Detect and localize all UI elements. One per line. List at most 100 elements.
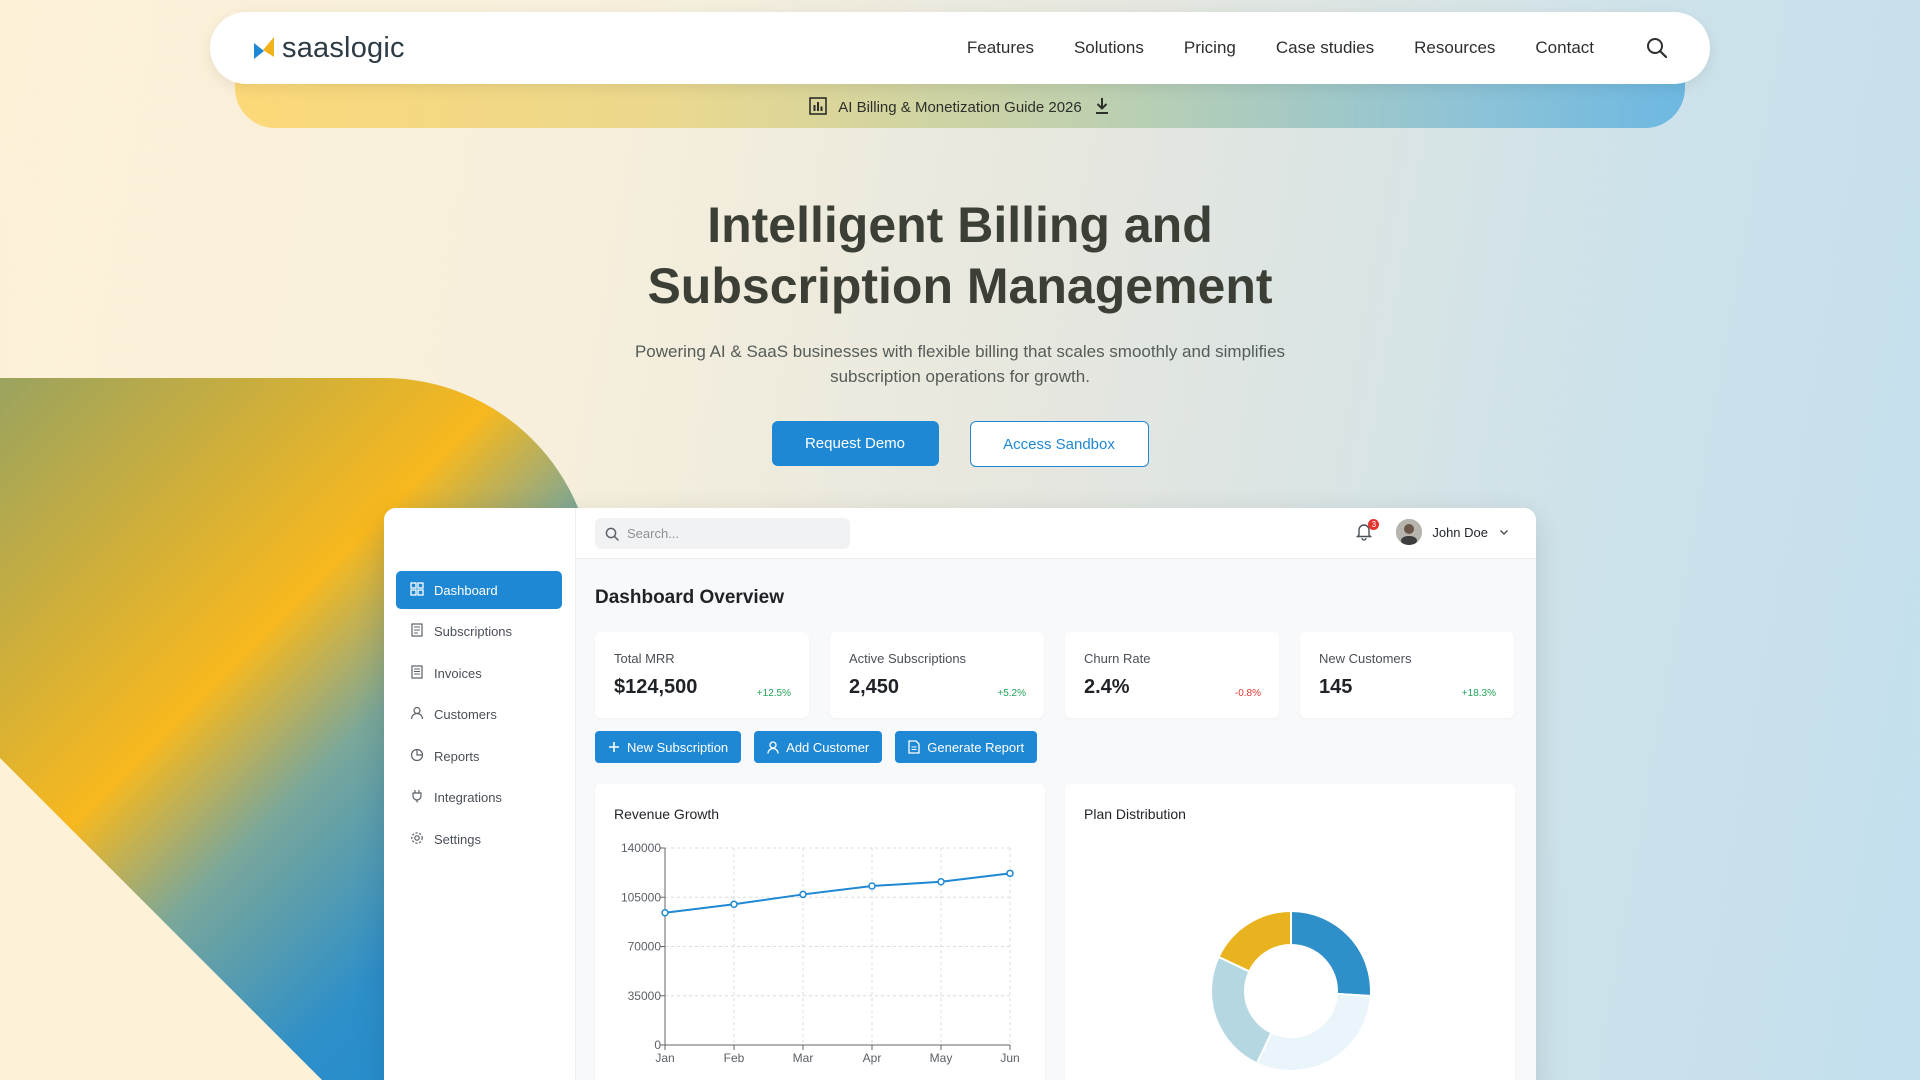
data-point: [937, 878, 945, 886]
y-tick-label: 0: [654, 1038, 661, 1052]
sidebar-item-label: Reports: [434, 748, 480, 764]
invoice-icon: [410, 665, 424, 682]
stat-value: $124,500: [614, 676, 698, 698]
plus-icon: [609, 742, 619, 752]
plan-card-title: Plan Distribution: [1084, 806, 1186, 822]
stat-label: Total MRR: [614, 651, 675, 666]
stat-delta: +18.3%: [1461, 688, 1496, 699]
nav-link-solutions[interactable]: Solutions: [1074, 38, 1144, 58]
download-icon[interactable]: [1092, 96, 1112, 116]
stat-delta: -0.8%: [1234, 688, 1261, 699]
add-customer-label: Add Customer: [786, 739, 870, 755]
sidebar-item-label: Integrations: [434, 790, 502, 806]
stat-delta: +5.2%: [997, 688, 1026, 699]
sidebar-item-label: Invoices: [434, 665, 482, 681]
dashboard-preview-window: Dashboard Subscriptions Invoices Customers R…: [384, 508, 1536, 1080]
nav-link-features[interactable]: Features: [967, 38, 1034, 58]
plan-distribution-card: Plan Distribution: [1065, 784, 1515, 1080]
gear-icon: [410, 831, 424, 848]
stat-card: Total MRR $124,500 +12.5%: [595, 632, 809, 718]
y-tick-label: 105000: [621, 890, 661, 904]
hero-subtitle: Powering AI & SaaS businesses with flexi…: [634, 342, 1286, 386]
notifications-button[interactable]: 3: [1354, 519, 1380, 543]
sidebar-item-integrations[interactable]: Integrations: [396, 779, 562, 817]
stat-label: Active Subscriptions: [849, 651, 967, 666]
chevron-down-icon[interactable]: [1498, 526, 1510, 538]
x-tick-label: Feb: [724, 1051, 745, 1065]
sidebar-item-subscriptions[interactable]: Subscriptions: [396, 613, 562, 651]
revenue-growth-card: Revenue Growth 0 35000 70000 105000 140000 Ja…: [595, 784, 1045, 1080]
x-tick-label: Jan: [655, 1051, 674, 1065]
search-icon[interactable]: [1644, 35, 1670, 61]
data-point: [868, 882, 876, 890]
donut-slice: [1217, 909, 1292, 973]
x-tick-label: Jun: [1000, 1051, 1019, 1065]
app-topbar: Search... 3 John Doe: [576, 508, 1536, 559]
app-search-input[interactable]: Search...: [595, 518, 850, 549]
generate-report-label: Generate Report: [927, 739, 1025, 755]
request-demo-button[interactable]: Request Demo: [771, 421, 939, 466]
sidebar-item-settings[interactable]: Settings: [396, 821, 562, 859]
logo-text: saaslogic: [282, 31, 405, 64]
stat-value: 145: [1319, 676, 1353, 698]
data-point: [730, 900, 738, 909]
new-subscription-button[interactable]: New Subscription: [595, 731, 742, 763]
nav-link-resources[interactable]: Resources: [1414, 38, 1495, 58]
user-name[interactable]: John Doe: [1432, 525, 1488, 540]
generate-report-button[interactable]: Generate Report: [895, 731, 1038, 763]
new-subscription-label: New Subscription: [627, 739, 729, 755]
background-triangle-cutout: [0, 758, 330, 1080]
search-icon: [605, 527, 619, 541]
sidebar-item-invoices[interactable]: Invoices: [396, 654, 562, 692]
banner-text[interactable]: AI Billing & Monetization Guide 2026: [838, 99, 1081, 116]
donut-slice: [1210, 955, 1273, 1065]
brand-logo[interactable]: saaslogic: [250, 32, 405, 65]
user-icon: [410, 706, 424, 723]
top-navbar: saaslogic Features Solutions Pricing Cas…: [210, 12, 1710, 84]
document-icon: [908, 740, 920, 754]
plan-donut-chart: [1210, 909, 1372, 1072]
search-placeholder: Search...: [627, 526, 680, 541]
revenue-line: [664, 872, 1011, 914]
nav-link-contact[interactable]: Contact: [1535, 38, 1594, 58]
x-tick-label: Mar: [793, 1051, 814, 1065]
stat-card: New Customers 145 +18.3%: [1300, 632, 1514, 718]
plug-icon: [410, 789, 424, 806]
sidebar-item-reports[interactable]: Reports: [396, 737, 562, 775]
sidebar-item-dashboard[interactable]: Dashboard: [396, 571, 562, 609]
dashboard-main: Dashboard Overview Total MRR $124,500 +12.…: [576, 559, 1536, 1080]
add-customer-button[interactable]: Add Customer: [754, 731, 883, 763]
stat-card: Active Subscriptions 2,450 +5.2%: [830, 632, 1044, 718]
revenue-line-chart: 0 35000 70000 105000 140000 Jan Feb Mar Apr May Ju…: [621, 841, 1020, 1065]
sidebar-item-label: Settings: [434, 832, 481, 848]
y-tick-label: 140000: [621, 841, 661, 855]
page-title: Dashboard Overview: [595, 587, 785, 608]
app-sidebar: Dashboard Subscriptions Invoices Customers R…: [384, 508, 576, 1080]
hero-title: Intelligent Billing and Subscription Man…: [647, 197, 1273, 314]
stat-value: 2.4%: [1084, 676, 1130, 698]
sidebar-item-customers[interactable]: Customers: [396, 696, 562, 734]
grid-icon: [410, 581, 424, 599]
sidebar-item-label: Subscriptions: [434, 624, 513, 640]
nav-link-pricing[interactable]: Pricing: [1184, 38, 1236, 58]
access-sandbox-button[interactable]: Access Sandbox: [969, 421, 1149, 467]
data-point: [661, 908, 669, 917]
sidebar-item-label: Customers: [434, 707, 497, 723]
x-tick-label: Apr: [863, 1051, 882, 1065]
hero-section: Intelligent Billing and Subscription Man…: [0, 195, 1920, 467]
donut-slice: [1255, 992, 1372, 1072]
stat-card: Churn Rate 2.4% -0.8%: [1065, 632, 1279, 718]
avatar[interactable]: [1396, 519, 1423, 545]
y-tick-label: 70000: [628, 940, 662, 954]
donut-slice: [1290, 909, 1372, 998]
nav-link-case-studies[interactable]: Case studies: [1276, 38, 1374, 58]
user-icon: [767, 740, 779, 754]
notification-badge: 3: [1368, 519, 1380, 530]
revenue-card-title: Revenue Growth: [614, 806, 720, 822]
stat-label: New Customers: [1319, 651, 1412, 666]
stat-label: Churn Rate: [1084, 651, 1151, 666]
sidebar-item-label: Dashboard: [434, 582, 498, 598]
data-point: [1006, 869, 1014, 878]
data-point: [799, 890, 807, 899]
stat-value: 2,450: [849, 676, 900, 698]
